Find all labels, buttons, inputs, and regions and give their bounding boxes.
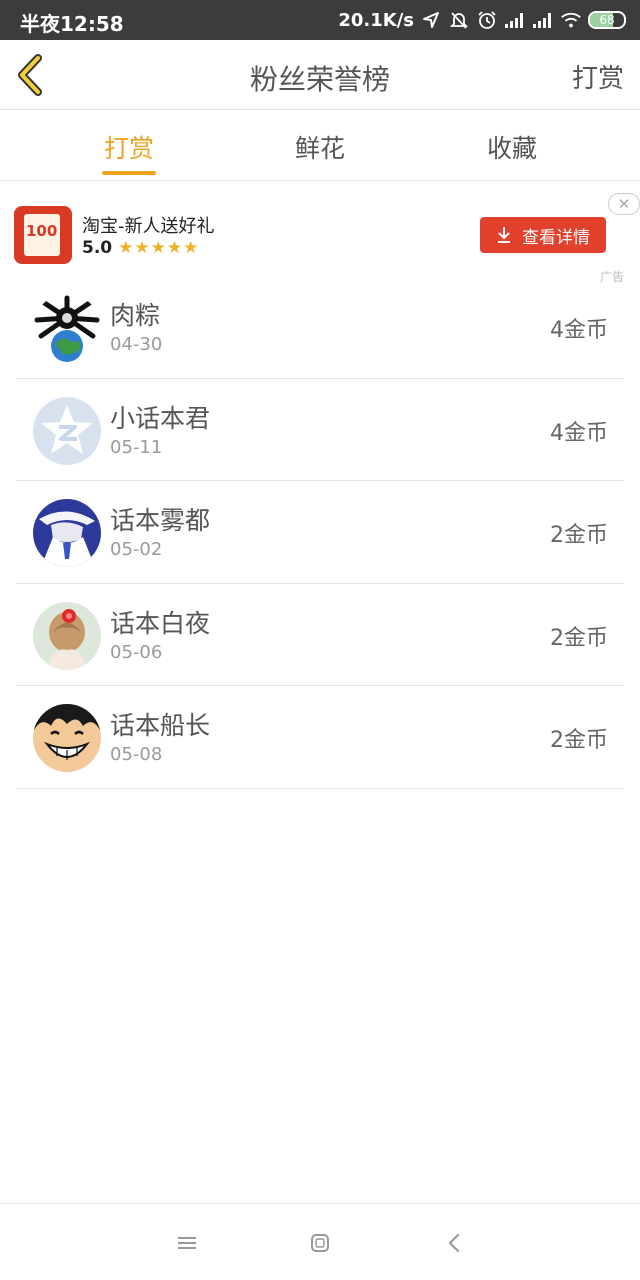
hair-flower-avatar — [33, 601, 101, 670]
qq-z-avatar — [33, 396, 101, 465]
fan-name: 话本雾都 — [110, 506, 211, 535]
fan-name: 肉粽 — [110, 301, 161, 330]
fan-date: 05-11 — [110, 436, 163, 458]
fan-name: 小话本君 — [110, 403, 211, 433]
page-title: 粉丝荣誉榜 — [249, 63, 390, 96]
tip-button[interactable]: 打赏 — [572, 58, 624, 95]
wifi-icon — [560, 9, 582, 31]
menu-icon — [178, 1237, 196, 1249]
taobao-app-icon[interactable]: 100 — [14, 206, 72, 264]
top-navigation-bar: 粉丝荣誉榜 打赏 — [0, 40, 640, 110]
battery-indicator: 68 — [588, 11, 626, 29]
fan-date: 04-30 — [110, 334, 163, 355]
fan-amount: 2金币 — [550, 625, 608, 651]
list-item[interactable]: 肉粽 04-30 4金币 — [16, 276, 624, 379]
fan-amount: 4金币 — [550, 318, 608, 343]
list-item[interactable]: 话本雾都 05-02 2金币 — [16, 481, 624, 584]
menu-button[interactable] — [174, 1230, 200, 1256]
ad-details-button[interactable]: 查看详情 — [480, 217, 606, 253]
ad-rating: 5.0 ★★★★★ — [82, 238, 199, 258]
luffy-avatar — [33, 704, 101, 772]
tab-tip[interactable]: 打赏 — [54, 129, 204, 165]
status-bar: 半夜12:58 20.1K/s 68 — [0, 0, 640, 40]
spider-globe-avatar — [33, 294, 101, 362]
list-item[interactable]: 小话本君 05-11 4金币 — [16, 379, 624, 481]
fan-amount: 2金币 — [550, 728, 608, 753]
tab-bar: 打赏 鲜花 收藏 — [0, 111, 640, 181]
fan-name: 话本白夜 — [110, 608, 211, 638]
list-item[interactable]: 话本船长 05-08 2金币 — [16, 686, 624, 789]
tab-flowers[interactable]: 鲜花 — [245, 129, 395, 165]
location-icon — [420, 9, 442, 31]
mute-bell-icon — [448, 9, 470, 31]
fan-date: 05-06 — [110, 641, 163, 663]
signal-icon-2 — [532, 9, 554, 31]
ad-rating-value: 5.0 — [82, 238, 113, 258]
fan-name: 话本船长 — [110, 711, 211, 740]
status-icons: 20.1K/s 68 — [338, 6, 626, 34]
chevron-left-icon — [449, 1234, 459, 1252]
signal-icon-1 — [504, 9, 526, 31]
ad-details-label: 查看详情 — [522, 227, 590, 248]
home-button[interactable] — [307, 1230, 333, 1256]
ad-close-button[interactable]: ✕ — [608, 193, 640, 215]
home-icon — [311, 1234, 329, 1252]
list-item[interactable]: 话本白夜 05-06 2金币 — [16, 584, 624, 686]
anime-hat-avatar — [33, 499, 101, 567]
ad-banner[interactable]: 100 淘宝-新人送好礼 5.0 ★★★★★ 查看详情 ✕ 广告 — [0, 190, 640, 284]
ad-rating-stars: ★★★★★ — [118, 238, 200, 258]
fan-amount: 2金币 — [550, 523, 608, 548]
ad-icon-text: 100 — [26, 222, 58, 240]
download-icon — [498, 227, 510, 243]
ad-title: 淘宝-新人送好礼 — [82, 216, 215, 237]
tab-favorites[interactable]: 收藏 — [437, 129, 587, 165]
status-time: 半夜12:58 — [20, 12, 124, 36]
fan-date: 05-08 — [110, 744, 163, 765]
network-speed: 20.1K/s — [338, 9, 414, 31]
system-navigation-bar — [0, 1203, 640, 1280]
active-tab-indicator — [102, 171, 156, 175]
alarm-icon — [476, 9, 498, 31]
system-back-button[interactable] — [442, 1230, 468, 1256]
close-icon: ✕ — [617, 195, 631, 213]
fan-ranking-list: 肉粽 04-30 4金币 小话本君 05-11 4金币 话本雾都 05-02 2… — [16, 276, 624, 789]
fan-amount: 4金币 — [550, 420, 608, 446]
battery-level: 68 — [599, 13, 615, 27]
fan-date: 05-02 — [110, 539, 163, 560]
